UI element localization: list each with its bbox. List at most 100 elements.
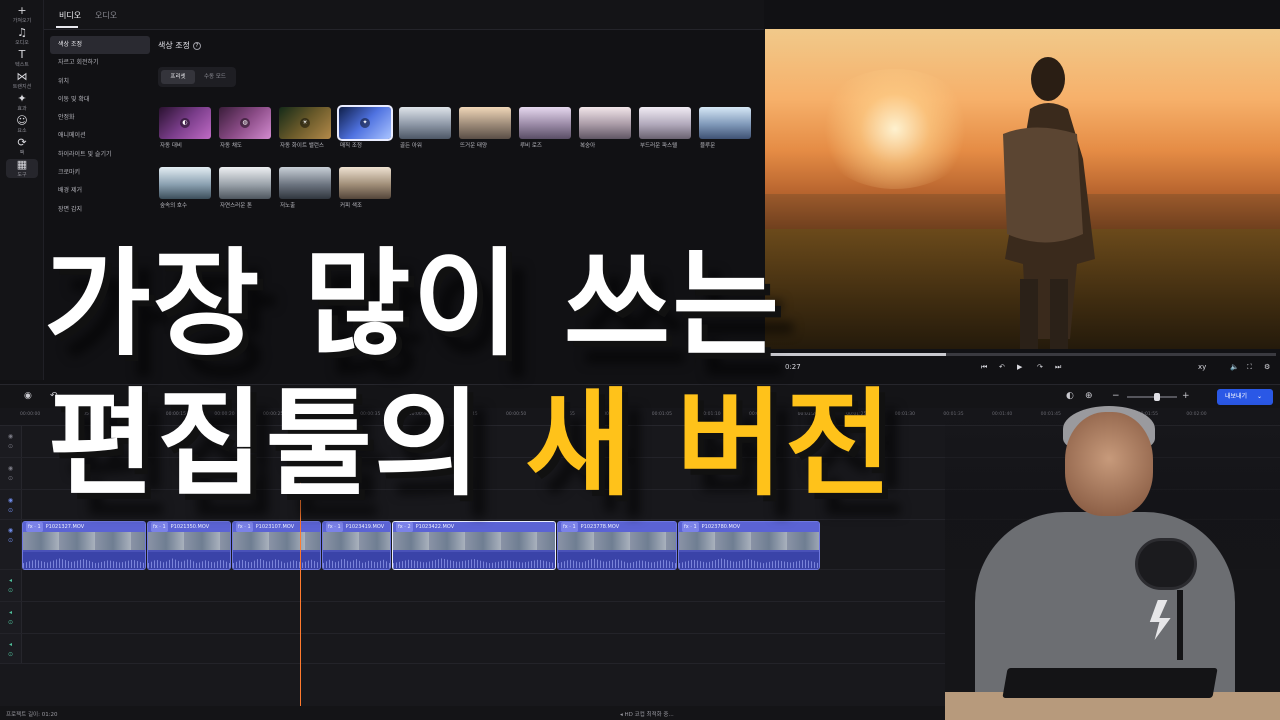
clip-name: P1023107.MOV [255, 524, 295, 530]
menu-item[interactable]: 하이라이트 및 슬기기 [50, 146, 150, 164]
rail-item-audio[interactable]: ♫ 오디오 [0, 27, 44, 47]
timeline-clip[interactable]: fx · 1 P1021350.MOV [147, 521, 231, 570]
redo-icon[interactable]: ↷ [1037, 363, 1043, 371]
eye-icon[interactable]: ◂ [0, 640, 21, 650]
clip-fx-badge[interactable]: fx · 1 [326, 522, 343, 532]
eye-icon[interactable]: ◂ [0, 608, 21, 618]
rail-item-transition[interactable]: ⋈ 트랜지션 [0, 70, 44, 91]
rail-item-elements[interactable]: ☺ 요소 [0, 115, 44, 135]
timeline-clip[interactable]: fx · 1 P1023778.MOV [557, 521, 677, 570]
tab-video[interactable]: 비디오 [59, 10, 81, 21]
zoom-slider[interactable] [1127, 396, 1177, 398]
timeline-clip[interactable]: fx · 1 P1023107.MOV [232, 521, 321, 570]
clip-fx-badge[interactable]: fx · 1 [561, 522, 578, 532]
rail-item-effects[interactable]: ✦ 효과 [0, 93, 44, 113]
clip-name: P1023780.MOV [701, 524, 741, 530]
eye-icon[interactable]: ◉ [0, 432, 21, 442]
eye-icon[interactable]: ◂ [0, 576, 21, 586]
clip-name: P1023419.MOV [345, 524, 385, 530]
track-header: ◉ ⊙ [0, 426, 22, 457]
preset-thumbnail[interactable]: ◐ [159, 107, 211, 139]
skip-back-icon[interactable]: ⏮ [981, 363, 987, 372]
lock-icon[interactable]: ⊙ [0, 474, 21, 484]
settings-icon[interactable]: ⚙ [1264, 363, 1270, 371]
clip-waveform [393, 552, 555, 569]
clip-thumbnails [23, 532, 145, 550]
clip-name: P1021327.MOV [45, 524, 85, 530]
eye-icon[interactable]: ◉ [0, 526, 21, 536]
preset-thumbnail[interactable] [399, 107, 451, 139]
transition-icon: ⋈ [16, 70, 28, 83]
lock-icon[interactable]: ⊙ [0, 536, 21, 546]
headline-line-2-white: 편집툴의 [48, 377, 483, 512]
preset-thumbnail[interactable]: ✦ [337, 105, 393, 141]
menu-item[interactable]: 이동 및 확대 [50, 91, 150, 109]
track-header: ◂ ⊙ [0, 634, 22, 663]
record-icon[interactable]: ◉ [24, 391, 32, 401]
lock-icon[interactable]: ⊙ [0, 442, 21, 452]
clip-fx-badge[interactable]: fx · 1 [236, 522, 253, 532]
preset-thumbnail[interactable] [279, 167, 331, 199]
clip-header: fx · 1 P1023419.MOV [323, 522, 390, 532]
eye-icon[interactable]: ◉ [0, 464, 21, 474]
lock-icon[interactable]: ⊙ [0, 650, 21, 660]
manual-mode-button[interactable]: 수동 모드 [197, 70, 233, 84]
lock-icon[interactable]: ⊙ [0, 506, 21, 516]
preset-thumbnail[interactable] [639, 107, 691, 139]
menu-item[interactable]: 안정화 [50, 109, 150, 127]
undo-icon[interactable]: ↶ [999, 363, 1005, 371]
clip-thumbnails [323, 532, 390, 550]
timeline-clip[interactable]: fx · 1 P1023419.MOV [322, 521, 391, 570]
help-icon[interactable]: ? [192, 42, 201, 50]
clip-thumbnails [393, 532, 555, 550]
rail-item-import[interactable]: + 가져오기 [0, 5, 44, 25]
video-preview[interactable] [765, 29, 1280, 349]
preset-thumbnail[interactable] [699, 107, 751, 139]
chevron-down-icon[interactable]: ⌄ [1257, 393, 1262, 400]
eye-icon[interactable]: ◉ [0, 496, 21, 506]
menu-item[interactable]: 색상 조정 [50, 36, 150, 55]
clip-fx-badge[interactable]: fx · 2 [396, 522, 413, 532]
preset-thumbnail[interactable]: ◍ [219, 107, 271, 139]
preset-thumbnail[interactable] [579, 107, 631, 139]
timeline-clip[interactable]: fx · 2 P1023422.MOV [392, 521, 556, 570]
menu-item[interactable]: 자르고 회전하기 [50, 54, 150, 72]
lock-icon[interactable]: ⊙ [0, 586, 21, 596]
preset-thumbnail[interactable] [519, 107, 571, 139]
clip-waveform [558, 552, 676, 569]
settings-menu: 색상 조정 자르고 회전하기 위치 이동 및 확대 안정화 애니메이션 하이라이트 및 슬기… [50, 36, 150, 219]
preset-thumbnail[interactable] [219, 167, 271, 199]
timeline-clip[interactable]: fx · 1 P1023780.MOV [678, 521, 820, 570]
preset-mode-button[interactable]: 프리셋 [161, 70, 195, 84]
clip-header: fx · 1 P1023107.MOV [233, 522, 320, 532]
rail-item-pack[interactable]: ⟳ 팩 [0, 137, 44, 157]
menu-item[interactable]: 애니메이션 [50, 127, 150, 145]
preset-thumbnail[interactable] [339, 167, 391, 199]
track-header: ◉ ⊙ [0, 520, 22, 569]
clip-thumbnails [233, 532, 320, 550]
preset-thumbnail[interactable]: ☀ [279, 107, 331, 139]
skip-forward-icon[interactable]: ⏭ [1055, 363, 1061, 372]
preset-thumbnail[interactable] [159, 167, 211, 199]
lock-icon[interactable]: ⊙ [0, 618, 21, 628]
menu-item[interactable]: 위치 [50, 73, 150, 91]
clip-fx-badge[interactable]: fx · 1 [26, 522, 43, 532]
rail-item-tools[interactable]: ▦ 도구 [6, 159, 38, 178]
clip-header: fx · 1 P1021327.MOV [23, 522, 145, 532]
clip-fx-badge[interactable]: fx · 1 [682, 522, 699, 532]
play-icon[interactable]: ▶ [1017, 363, 1022, 371]
preset-thumbnail[interactable] [459, 107, 511, 139]
fullscreen-icon[interactable]: ⛶ [1247, 363, 1252, 372]
zoom-select[interactable]: xy [1198, 363, 1206, 371]
menu-item[interactable]: 크로마키 [50, 164, 150, 182]
rail-item-text[interactable]: T 텍스트 [0, 49, 44, 69]
tab-audio[interactable]: 오디오 [95, 10, 117, 21]
optimize-status-text: HD 코컵 최적화 중... [624, 712, 674, 718]
clip-fx-badge[interactable]: fx · 1 [151, 522, 168, 532]
volume-icon[interactable]: 🔈 [1230, 363, 1239, 371]
export-label: 내보내기 [1225, 393, 1248, 400]
menu-item[interactable]: 배경 제거 [50, 182, 150, 200]
clip-name: P1023422.MOV [415, 524, 455, 530]
timeline-clip[interactable]: fx · 1 P1021327.MOV [22, 521, 146, 570]
clip-waveform [233, 552, 320, 569]
